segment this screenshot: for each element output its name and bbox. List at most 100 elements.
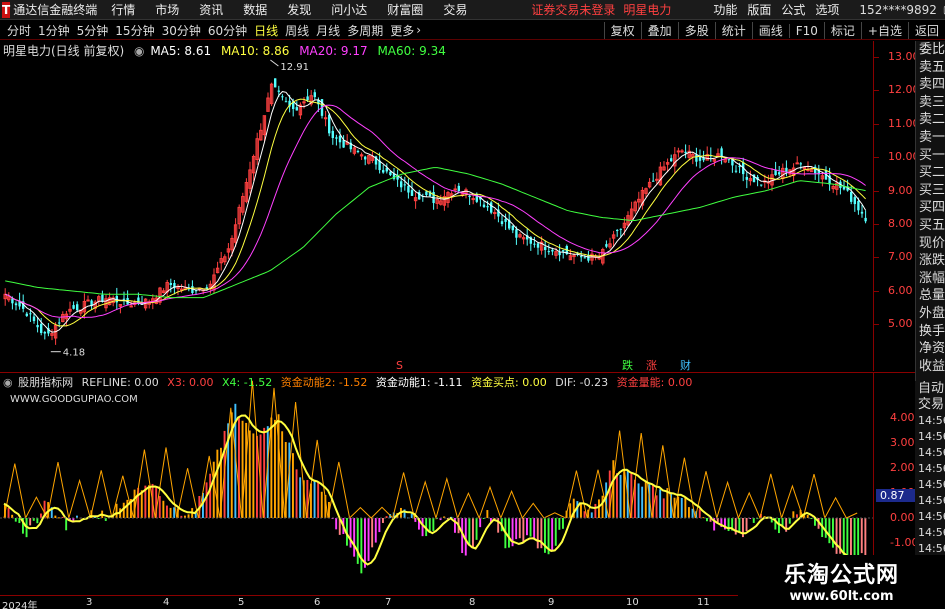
period-more[interactable]: 更多 — [390, 22, 414, 39]
candle-body — [36, 325, 39, 328]
order-tab[interactable]: 净资 — [916, 340, 945, 358]
multi-stock-button[interactable]: 多股 — [677, 22, 715, 39]
ma20-line — [5, 104, 866, 319]
candle-body — [407, 185, 410, 193]
period-60min[interactable]: 60分钟 — [208, 22, 247, 39]
indicator-bar — [421, 518, 424, 537]
menu-layout[interactable]: 版面 — [747, 1, 771, 18]
order-tab[interactable]: 买一 — [916, 147, 945, 165]
order-tab[interactable]: 卖五 — [916, 59, 945, 77]
indicator-bar — [371, 518, 374, 548]
menu-ask[interactable]: 问小达 — [331, 1, 367, 18]
side-tab[interactable]: 自动 — [915, 381, 945, 397]
login-status[interactable]: 证券交易未登录 — [531, 1, 615, 18]
date-tick: 6 — [314, 597, 321, 608]
order-tab[interactable]: 卖一 — [916, 129, 945, 147]
indicator-bar — [126, 499, 129, 518]
indicator-name[interactable]: 股朋指标网 — [18, 376, 73, 389]
period-1min[interactable]: 1分钟 — [38, 22, 70, 39]
indicator-legend: ◉ 股朋指标网 REFLINE: 0.00 X3: 0.00 X4: -1.52… — [3, 374, 697, 390]
ma5-line — [5, 91, 867, 333]
order-tab[interactable]: 涨跌 — [916, 252, 945, 270]
candlestick-svg[interactable]: 12.91 4.18 S 跌 涨 财 — [0, 41, 873, 371]
order-tab[interactable]: 涨幅 — [916, 270, 945, 288]
order-tab[interactable]: 总量 — [916, 287, 945, 305]
price-chart[interactable]: 12.91 4.18 S 跌 涨 财 — [0, 41, 873, 371]
trade-time: 14:56 — [918, 414, 945, 427]
stats-button[interactable]: 统计 — [714, 22, 752, 39]
candle-body — [313, 92, 316, 98]
user-phone[interactable]: 152****9892 — [859, 3, 936, 17]
order-tab[interactable]: 现价 — [916, 235, 945, 253]
period-15min[interactable]: 15分钟 — [115, 22, 154, 39]
order-tab[interactable]: 卖二 — [916, 111, 945, 129]
draw-line-button[interactable]: 画线 — [751, 22, 789, 39]
ind-fund1: 资金动能1: -1.11 — [375, 376, 463, 389]
indicator-bar — [515, 518, 518, 540]
high-label: 12.91 — [280, 62, 309, 73]
menu-options[interactable]: 选项 — [815, 1, 839, 18]
indicator-bar — [410, 513, 413, 518]
back-button[interactable]: 返回 — [907, 22, 945, 39]
menu-trade[interactable]: 交易 — [443, 1, 467, 18]
candle-body — [695, 154, 698, 162]
menu-function[interactable]: 功能 — [713, 1, 737, 18]
candle-body — [680, 150, 684, 153]
period-tick[interactable]: 分时 — [7, 22, 31, 39]
order-tab[interactable]: 卖三 — [916, 94, 945, 112]
adjust-button[interactable]: 复权 — [603, 22, 641, 39]
order-tab[interactable]: 委比 — [916, 41, 945, 59]
indicator-bar — [486, 510, 489, 518]
order-tab[interactable]: 外盘 — [916, 305, 945, 323]
menu-market[interactable]: 市场 — [155, 1, 179, 18]
order-tab[interactable]: 买二 — [916, 164, 945, 182]
order-tab[interactable]: 卖四 — [916, 76, 945, 94]
indicator-bar — [792, 511, 795, 518]
order-tab[interactable]: 收益 — [916, 358, 945, 376]
indicator-bar — [140, 490, 143, 518]
order-tab[interactable]: 买三 — [916, 182, 945, 200]
candle-body — [356, 150, 360, 153]
price-tick-label: 9.00 — [888, 183, 913, 197]
order-tab[interactable]: 换手 — [916, 323, 945, 341]
menu-formula[interactable]: 公式 — [781, 1, 805, 18]
menu-wealth[interactable]: 财富圈 — [387, 1, 423, 18]
period-multi[interactable]: 多周期 — [347, 22, 383, 39]
menu-discover[interactable]: 发现 — [287, 1, 311, 18]
candle-body — [857, 201, 860, 211]
period-monthly[interactable]: 月线 — [316, 22, 340, 39]
candle-body — [605, 244, 608, 247]
candle-body — [169, 282, 172, 286]
menu-data[interactable]: 数据 — [243, 1, 267, 18]
settings-dot-icon[interactable]: ◉ — [134, 44, 144, 58]
period-5min[interactable]: 5分钟 — [77, 22, 109, 39]
menu-news[interactable]: 资讯 — [199, 1, 223, 18]
mark-button[interactable]: 标记 — [823, 22, 861, 39]
chevron-right-icon[interactable]: › — [416, 23, 421, 37]
add-watchlist-button[interactable]: +自选 — [860, 22, 908, 39]
indicator-bar — [637, 483, 640, 518]
order-book-tabs: 委比 卖五 卖四 卖三 卖二 卖一 买一 买二 买三 买四 买五 现价 涨跌 涨幅 总量 外盘 换手 净资 收益 — [915, 41, 945, 381]
candle-body — [58, 322, 61, 324]
period-weekly[interactable]: 周线 — [285, 22, 309, 39]
side-tab[interactable]: 交易 — [915, 397, 945, 413]
period-30min[interactable]: 30分钟 — [162, 22, 201, 39]
indicator-bar — [475, 518, 478, 540]
indicator-tick-label: 0.00 — [890, 511, 915, 524]
f10-button[interactable]: F10 — [788, 23, 824, 38]
indicator-settings-icon[interactable]: ◉ — [3, 376, 13, 389]
indicator-bar — [313, 480, 316, 518]
order-tab[interactable]: 买四 — [916, 199, 945, 217]
trade-time: 14:56 — [918, 462, 945, 475]
order-tab[interactable]: 买五 — [916, 217, 945, 235]
candle-body — [14, 303, 18, 306]
candle-body — [583, 257, 586, 259]
price-tick-label: 7.00 — [888, 250, 913, 264]
overlay-button[interactable]: 叠加 — [640, 22, 678, 39]
menu-quotes[interactable]: 行情 — [111, 1, 135, 18]
candle-body — [486, 206, 489, 208]
period-daily[interactable]: 日线 — [254, 22, 278, 39]
indicator-bar — [40, 513, 42, 518]
indicator-bar — [295, 469, 298, 518]
candle-body — [547, 251, 550, 253]
